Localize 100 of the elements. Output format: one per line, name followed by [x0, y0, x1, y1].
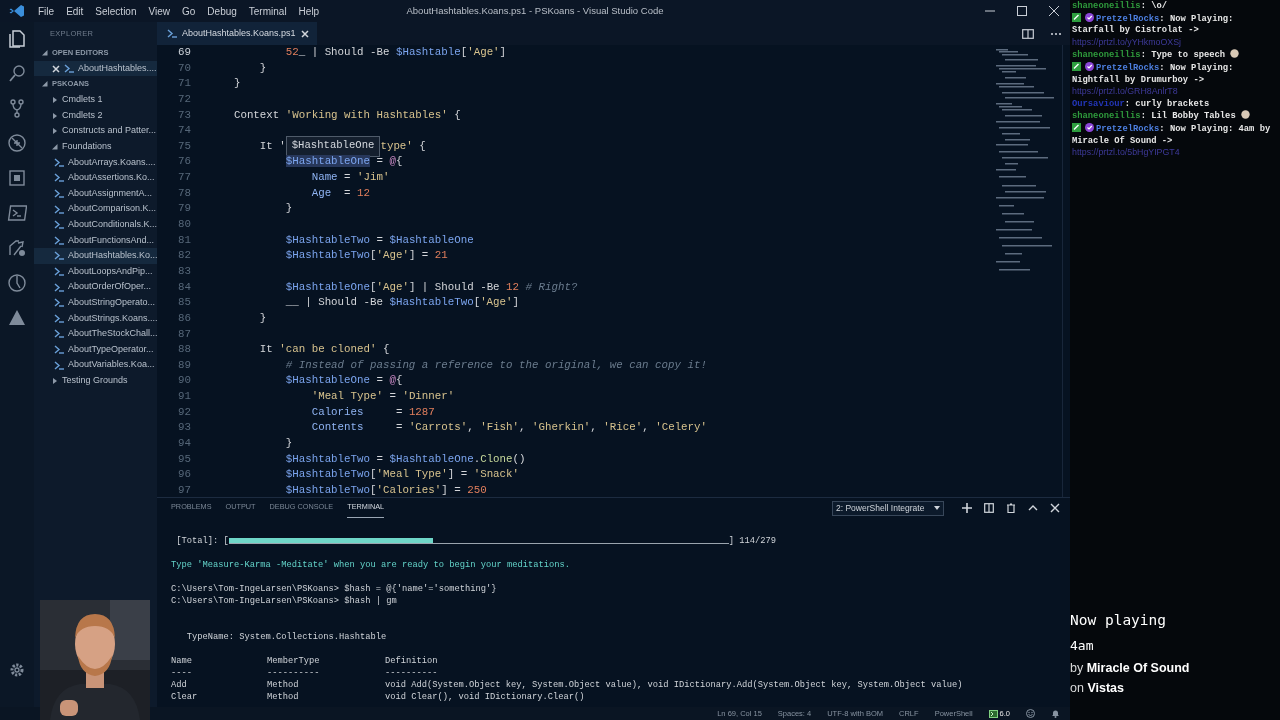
chat-message: shaneoneillis: \o/: [1072, 1, 1169, 13]
close-icon[interactable]: [52, 64, 60, 73]
chat-message: PretzelRocks: Now Playing: 4am by Miracle Of Sound -> https://prtzl.to/5bHgYIPGT4: [1072, 122, 1272, 160]
tree-item[interactable]: AboutArrays.Koans....: [34, 154, 157, 171]
tree-item[interactable]: Testing Grounds: [34, 372, 157, 389]
chevron-up-icon[interactable]: [1028, 503, 1038, 513]
menu-item[interactable]: Help: [292, 3, 326, 19]
username[interactable]: PretzelRocks: [1096, 123, 1160, 134]
branch-icon[interactable]: [7, 98, 27, 118]
code-line: }: [284, 201, 293, 217]
terminal-text: ] 114/279: [728, 535, 777, 547]
tree-item[interactable]: AboutTheStockChall...: [34, 326, 157, 342]
table-cell-text: Add: [171, 679, 188, 691]
code-line: $HashtableOne['Age'] | Should -Be 12 # Right?: [284, 279, 578, 295]
line-number: 74: [177, 123, 191, 139]
caret-icon[interactable]: [934, 506, 940, 510]
username[interactable]: PretzelRocks: [1096, 13, 1160, 24]
split-icon[interactable]: [984, 503, 994, 513]
tree-item[interactable]: AboutAssignmentA...: [34, 185, 157, 202]
timer-icon[interactable]: [7, 273, 27, 293]
line-number: 81: [177, 232, 191, 248]
caret-icon[interactable]: [52, 128, 58, 135]
line-number: 96: [177, 467, 191, 483]
menu-item[interactable]: View: [142, 3, 176, 19]
caret-icon[interactable]: [52, 143, 58, 150]
bell-icon[interactable]: [1051, 709, 1060, 718]
caret-icon[interactable]: [52, 112, 58, 119]
trash-icon[interactable]: [1006, 503, 1016, 513]
line-number: 97: [177, 482, 191, 497]
username[interactable]: shaneoneillis: [1072, 111, 1141, 122]
menu-item[interactable]: Go: [176, 3, 202, 19]
tree-item[interactable]: AboutOrderOfOper...: [34, 279, 157, 295]
split-editor-icon[interactable]: [1022, 28, 1034, 39]
tree-item[interactable]: AboutAssertions.Ko...: [34, 170, 157, 186]
tree-item[interactable]: AboutLoopsAndPip...: [34, 263, 157, 280]
chat-message: shaneoneillis: Lil Bobby Tables: [1072, 110, 1280, 123]
menu-item[interactable]: File: [32, 3, 61, 19]
table-cell-text: MemberType: [267, 655, 321, 667]
tree-item[interactable]: AboutStrings.Koans....: [34, 310, 157, 327]
line-number: 69: [177, 45, 191, 60]
caret-icon[interactable]: [52, 377, 58, 384]
menu-item[interactable]: Edit: [60, 3, 90, 19]
tree-item[interactable]: AboutHashtables....: [34, 60, 157, 77]
username[interactable]: shaneoneillis: [1072, 50, 1141, 61]
prompt-icon: [54, 267, 64, 276]
username[interactable]: shaneoneillis: [1072, 1, 1141, 11]
terminal-icon[interactable]: [7, 203, 27, 223]
close-icon[interactable]: [1049, 6, 1059, 16]
prompt-icon: [54, 220, 64, 230]
table-cell: Definition: [385, 655, 438, 667]
code-line: $HashtableTwo = $HashtableOne.Clone(): [284, 451, 526, 467]
table-cell-text: Method: [267, 691, 300, 703]
code-line: Age = 12: [310, 185, 370, 201]
line-number: 82: [177, 248, 191, 264]
code-line: $HashtableTwo['Meal Type'] = 'Snack': [284, 467, 520, 483]
prompt-icon: [64, 64, 74, 74]
line-number: 91: [177, 389, 191, 405]
smiley-icon[interactable]: [1026, 709, 1035, 718]
tree-item[interactable]: Constructs and Patter...: [34, 123, 157, 139]
line-number: 72: [177, 91, 191, 107]
bug-icon[interactable]: [7, 133, 27, 153]
close-icon[interactable]: [300, 29, 309, 38]
username[interactable]: PretzelRocks: [1096, 62, 1160, 73]
add-icon[interactable]: [962, 503, 972, 513]
extensions-icon[interactable]: [7, 168, 27, 188]
tree-item[interactable]: AboutComparison.K...: [34, 201, 157, 217]
tree-item[interactable]: Cmdlets 2: [34, 107, 157, 124]
editor-tab[interactable]: AboutHashtables.Koans.ps1: [157, 22, 317, 45]
search-icon[interactable]: [7, 63, 27, 83]
caret-icon[interactable]: [42, 81, 48, 88]
code-line: }: [258, 310, 267, 326]
tree-item[interactable]: AboutStringOperato...: [34, 294, 157, 311]
terminal-select[interactable]: 2: PowerShell Integrate: [832, 500, 944, 516]
menu-item[interactable]: Debug: [201, 3, 243, 19]
prompt-icon: [54, 329, 64, 339]
tree-item[interactable]: AboutVariables.Koa...: [34, 357, 157, 373]
code-line: }: [284, 436, 293, 451]
tree-item[interactable]: AboutTypeOperator...: [34, 341, 157, 358]
line-number: 83: [177, 263, 191, 279]
close-icon[interactable]: [1050, 503, 1060, 513]
caret-icon[interactable]: [42, 49, 48, 56]
more-icon[interactable]: [1050, 31, 1062, 36]
tree-item[interactable]: Foundations: [34, 138, 157, 155]
tree-item[interactable]: AboutFunctionsAnd...: [34, 232, 157, 249]
triangle-icon[interactable]: [7, 308, 27, 328]
table-cell: void Clear(), void IDictionary.Clear(): [385, 691, 585, 703]
code-line: }: [232, 76, 241, 92]
caret-icon[interactable]: [52, 97, 58, 103]
tree-item[interactable]: AboutHashtables.Ko...: [34, 248, 157, 264]
line-number: 77: [177, 170, 191, 186]
menu-item[interactable]: Selection: [89, 3, 143, 19]
files-icon[interactable]: [7, 28, 27, 48]
prompt-icon: [54, 235, 64, 245]
tree-item[interactable]: AboutConditionals.K...: [34, 216, 157, 233]
share-icon[interactable]: [7, 238, 27, 258]
menu-item[interactable]: Terminal: [242, 3, 293, 19]
prompt-icon: [54, 189, 64, 199]
tree-item[interactable]: Cmdlets 1: [34, 92, 157, 108]
maximize-icon[interactable]: [1017, 6, 1027, 16]
settings-icon[interactable]: [8, 661, 26, 679]
